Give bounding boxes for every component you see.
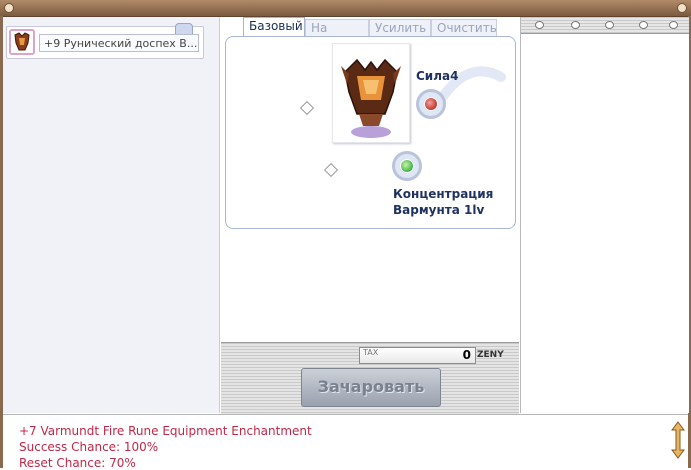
header-rivet-icon (639, 21, 648, 29)
scroll-arrows-icon[interactable] (671, 421, 685, 459)
description-line: +7 Varmundt Fire Rune Equipment Enchantm… (19, 424, 312, 438)
description-line: Success Chance: 100% (19, 440, 159, 454)
enchant-description: +7 Varmundt Fire Rune Equipment Enchantm… (3, 414, 688, 470)
enchant-slot-1-orb[interactable] (416, 89, 446, 119)
equipment-name: +9 Рунический доспех В... (39, 34, 199, 52)
header-rivet-icon (535, 21, 544, 29)
tax-label: TAX (363, 348, 379, 357)
materials-panel-header (521, 17, 689, 34)
red-gem-icon (425, 98, 437, 110)
window-title-bar[interactable] (0, 0, 691, 17)
decorative-diamond-icon (299, 100, 315, 116)
currency-label: ZENY (477, 350, 504, 360)
corner-rivet-icon (4, 3, 14, 13)
tab-upgrade[interactable]: Усилить (369, 19, 431, 36)
materials-panel (520, 17, 689, 413)
enchant-slots-area: Сила4 Концентрация Вармунта 1lv (225, 36, 516, 229)
green-gem-icon (401, 160, 413, 172)
tax-value: 0 (462, 348, 471, 362)
header-rivet-icon (605, 21, 614, 29)
enchant-panel: Базовый На выбор Усилить Очистить Сила4 (221, 17, 519, 342)
equipment-preview (332, 43, 410, 143)
corner-rivet-icon (677, 3, 687, 13)
tab-clear[interactable]: Очистить (431, 19, 497, 36)
armor-item-icon (9, 29, 35, 55)
header-rivet-icon (669, 21, 678, 29)
tax-field: TAX 0 (359, 347, 476, 364)
tab-basic[interactable]: Базовый (243, 17, 305, 36)
armor-preview-icon (341, 58, 401, 138)
equipment-list-item[interactable]: +9 Рунический доспех В... (6, 23, 204, 59)
enchant-button[interactable]: Зачаровать (301, 368, 441, 407)
enchant-slot-1-label: Сила4 (416, 69, 459, 83)
header-rivet-icon (571, 21, 580, 29)
enchant-slot-2-label-line1: Концентрация (393, 187, 494, 201)
enchant-slot-2-orb[interactable] (392, 151, 422, 181)
decorative-diamond-icon (323, 162, 339, 178)
action-bar: TAX 0 ZENY Зачаровать (221, 342, 519, 414)
equipment-list-panel: +9 Рунический доспех В... (3, 17, 220, 413)
tab-choice[interactable]: На выбор (305, 19, 369, 52)
enchant-slot-2-label-line2: Вармунта 1lv (393, 203, 485, 217)
